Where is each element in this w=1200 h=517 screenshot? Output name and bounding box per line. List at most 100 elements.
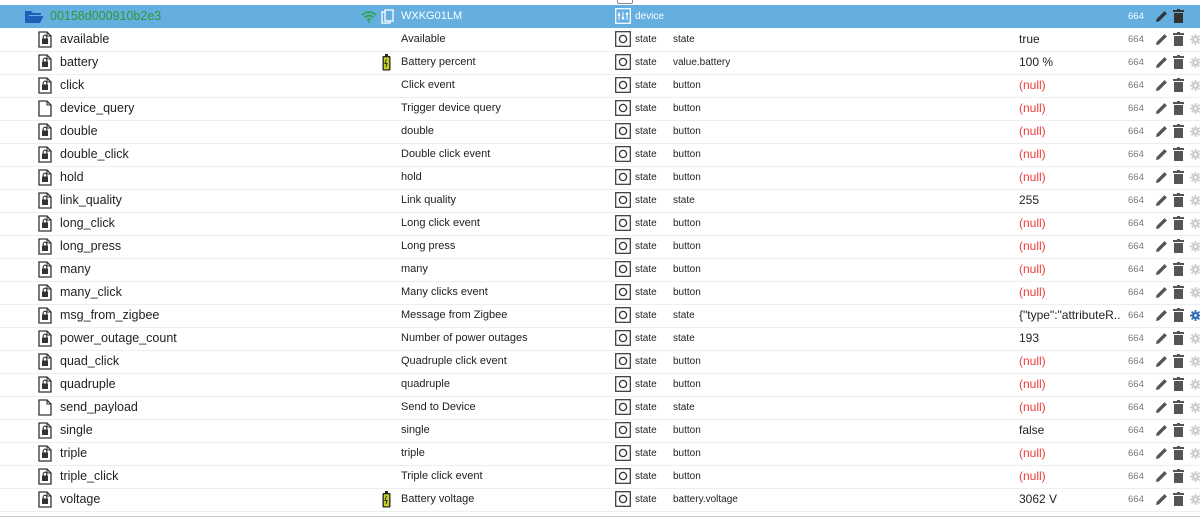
state-value[interactable]: 100 % [1019, 51, 1121, 74]
gear-icon[interactable] [1190, 396, 1200, 419]
pencil-icon[interactable] [1155, 189, 1169, 212]
pencil-icon[interactable] [1155, 465, 1169, 488]
pencil-icon[interactable] [1155, 235, 1169, 258]
state-id[interactable]: send_payload [60, 396, 360, 419]
pencil-icon[interactable] [1155, 120, 1169, 143]
gear-icon[interactable] [1190, 373, 1200, 396]
state-value[interactable]: true [1019, 28, 1121, 51]
pencil-icon[interactable] [1155, 419, 1169, 442]
trash-icon[interactable] [1173, 166, 1185, 189]
state-value[interactable]: false [1019, 419, 1121, 442]
state-row-click[interactable]: click Click event state button (null) 66… [0, 74, 1200, 98]
pencil-icon[interactable] [1155, 396, 1169, 419]
gear-icon[interactable] [1190, 143, 1200, 166]
state-row-send-payload[interactable]: send_payload Send to Device state state … [0, 396, 1200, 420]
state-row-single[interactable]: single single state button false 664 [0, 419, 1200, 443]
pencil-icon[interactable] [1155, 327, 1169, 350]
device-header-row[interactable]: 00158d000910b2e3 WXKG01LM device 664 [0, 5, 1200, 28]
pencil-icon[interactable] [1155, 373, 1169, 396]
state-id[interactable]: quad_click [60, 350, 360, 373]
gear-icon[interactable] [1190, 304, 1200, 327]
gear-icon[interactable] [1190, 281, 1200, 304]
state-row-double-click[interactable]: double_click Double click event state bu… [0, 143, 1200, 167]
state-row-battery[interactable]: battery Battery percent state value.batt… [0, 51, 1200, 75]
trash-icon[interactable] [1173, 74, 1185, 97]
state-id[interactable]: long_click [60, 212, 360, 235]
gear-icon[interactable] [1190, 51, 1200, 74]
state-value[interactable]: 255 [1019, 189, 1121, 212]
state-value[interactable]: (null) [1019, 373, 1121, 396]
state-id[interactable]: many [60, 258, 360, 281]
state-id[interactable]: available [60, 28, 360, 51]
gear-icon[interactable] [1190, 442, 1200, 465]
state-id[interactable]: triple_click [60, 465, 360, 488]
state-id[interactable]: power_outage_count [60, 327, 360, 350]
gear-icon[interactable] [1190, 235, 1200, 258]
gear-icon[interactable] [1190, 327, 1200, 350]
state-value[interactable]: {"type":"attributeR... [1019, 304, 1121, 327]
trash-icon[interactable] [1173, 258, 1185, 281]
state-value[interactable]: 193 [1019, 327, 1121, 350]
pencil-icon[interactable] [1155, 304, 1169, 327]
state-row-long-press[interactable]: long_press Long press state button (null… [0, 235, 1200, 259]
state-id[interactable]: single [60, 419, 360, 442]
state-value[interactable]: (null) [1019, 258, 1121, 281]
state-value[interactable]: (null) [1019, 465, 1121, 488]
pencil-icon[interactable] [1155, 258, 1169, 281]
state-id[interactable]: quadruple [60, 373, 360, 396]
trash-icon[interactable] [1173, 120, 1185, 143]
trash-icon[interactable] [1173, 396, 1185, 419]
pencil-icon[interactable] [1155, 281, 1169, 304]
state-row-device-query[interactable]: device_query Trigger device query state … [0, 97, 1200, 121]
state-id[interactable]: device_query [60, 97, 360, 120]
state-row-quad-click[interactable]: quad_click Quadruple click event state b… [0, 350, 1200, 374]
state-row-double[interactable]: double double state button (null) 664 [0, 120, 1200, 144]
trash-icon[interactable] [1173, 28, 1185, 51]
trash-icon[interactable] [1173, 5, 1185, 28]
trash-icon[interactable] [1173, 304, 1185, 327]
state-value[interactable]: (null) [1019, 212, 1121, 235]
folder-open-icon[interactable] [24, 5, 44, 28]
gear-icon[interactable] [1190, 212, 1200, 235]
state-row-power-outage-count[interactable]: power_outage_count Number of power outag… [0, 327, 1200, 351]
state-id[interactable]: long_press [60, 235, 360, 258]
state-value[interactable]: (null) [1019, 396, 1121, 419]
gear-icon[interactable] [1190, 258, 1200, 281]
trash-icon[interactable] [1173, 419, 1185, 442]
pencil-icon[interactable] [1155, 442, 1169, 465]
trash-icon[interactable] [1173, 465, 1185, 488]
pencil-icon[interactable] [1155, 5, 1169, 28]
state-id[interactable]: voltage [60, 488, 360, 511]
state-value[interactable]: 3062 V [1019, 488, 1121, 511]
trash-icon[interactable] [1173, 97, 1185, 120]
trash-icon[interactable] [1173, 212, 1185, 235]
state-row-long-click[interactable]: long_click Long click event state button… [0, 212, 1200, 236]
state-value[interactable]: (null) [1019, 442, 1121, 465]
copy-icon[interactable] [381, 5, 395, 28]
pencil-icon[interactable] [1155, 74, 1169, 97]
state-id[interactable]: triple [60, 442, 360, 465]
pencil-icon[interactable] [1155, 350, 1169, 373]
pencil-icon[interactable] [1155, 51, 1169, 74]
gear-icon[interactable] [1190, 28, 1200, 51]
state-id[interactable]: msg_from_zigbee [60, 304, 360, 327]
state-value[interactable]: (null) [1019, 166, 1121, 189]
pencil-icon[interactable] [1155, 28, 1169, 51]
state-value[interactable]: (null) [1019, 97, 1121, 120]
pencil-icon[interactable] [1155, 212, 1169, 235]
state-value[interactable]: (null) [1019, 350, 1121, 373]
device-id[interactable]: 00158d000910b2e3 [50, 5, 350, 28]
pencil-icon[interactable] [1155, 488, 1169, 511]
state-id[interactable]: click [60, 74, 360, 97]
state-row-triple-click[interactable]: triple_click Triple click event state bu… [0, 465, 1200, 489]
state-value[interactable]: (null) [1019, 235, 1121, 258]
gear-icon[interactable] [1190, 465, 1200, 488]
gear-icon[interactable] [1190, 189, 1200, 212]
state-row-quadruple[interactable]: quadruple quadruple state button (null) … [0, 373, 1200, 397]
trash-icon[interactable] [1173, 442, 1185, 465]
state-row-available[interactable]: available Available state state true 664 [0, 28, 1200, 52]
state-value[interactable]: (null) [1019, 143, 1121, 166]
state-row-many[interactable]: many many state button (null) 664 [0, 258, 1200, 282]
gear-icon[interactable] [1190, 350, 1200, 373]
state-id[interactable]: double [60, 120, 360, 143]
